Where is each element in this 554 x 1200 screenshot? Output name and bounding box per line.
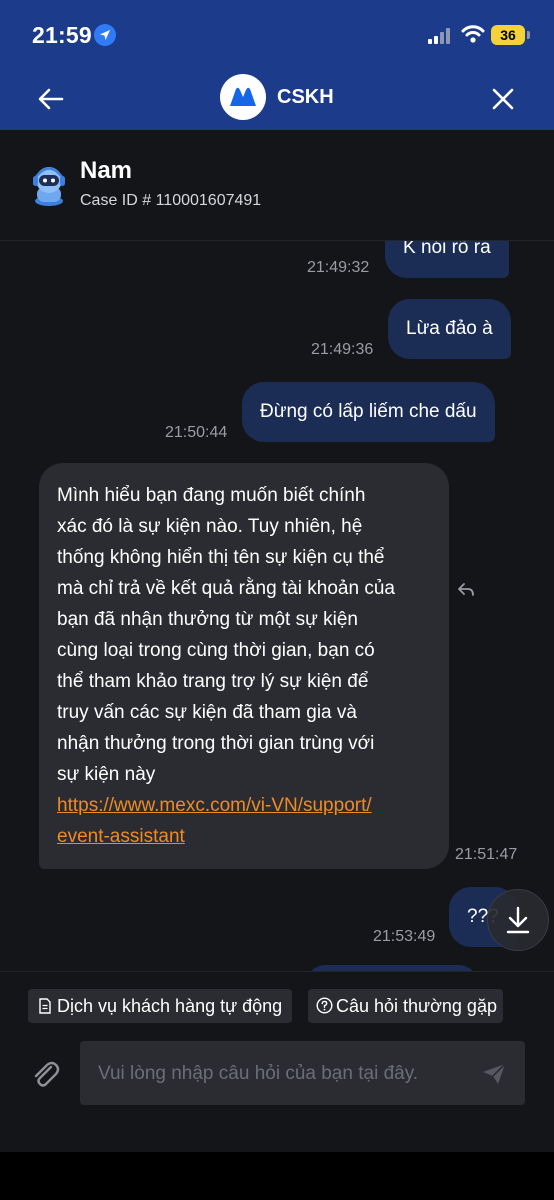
close-icon[interactable] (490, 86, 516, 112)
event-assistant-link[interactable]: event-assistant (57, 826, 185, 847)
back-arrow-icon[interactable] (36, 84, 66, 114)
message-line: thống không hiển thị tên sự kiện cụ thể (57, 547, 385, 568)
faq-label: Câu hỏi thường gặp (336, 996, 497, 1016)
header-title: CSKH (277, 86, 334, 108)
message-bubble-outgoing: K nói rõ ra (385, 241, 509, 278)
message-input-box[interactable] (80, 1041, 525, 1105)
message-input[interactable] (96, 1059, 480, 1089)
message-line: nhận thưởng trong thời gian trùng với (57, 733, 375, 754)
chat-messages[interactable]: K nói rõ ra 21:49:32 Lừa đảo à 21:49:36 … (0, 241, 554, 971)
message-timestamp: 21:49:32 (307, 259, 370, 276)
download-arrow-icon (506, 906, 530, 934)
agent-name: Nam (80, 157, 133, 184)
message-line: mà chỉ trả về kết quả rằng tài khoản của (57, 578, 395, 599)
message-timestamp: 21:49:36 (311, 341, 374, 358)
agent-avatar (33, 167, 65, 206)
cellular-signal-icon (428, 28, 454, 44)
message-line: truy vấn các sự kiện đã tham gia và (57, 702, 357, 723)
message-line: xác đó là sự kiện nào. Tuy nhiên, hệ (57, 516, 363, 537)
message-timestamp: 21:53:49 (373, 928, 436, 945)
event-assistant-link[interactable]: https://www.mexc.com/vi-VN/support/ (57, 795, 372, 816)
help-circle-icon (316, 997, 333, 1014)
message-bubble-incoming: Mình hiểu bạn đang muốn biết chính xác đ… (39, 463, 449, 869)
message-bubble-outgoing: Đừng có lấp liếm che dấu (242, 382, 495, 442)
scroll-to-bottom-button[interactable] (487, 889, 549, 951)
message-bubble-outgoing: Lừa đảo à (388, 299, 511, 359)
message-timestamp: 21:51:47 (455, 846, 518, 863)
auto-service-label: Dịch vụ khách hàng tự động (57, 996, 283, 1016)
document-icon (39, 998, 51, 1014)
message-line: sự kiện này (57, 764, 156, 785)
home-indicator-bar (0, 1152, 554, 1200)
wifi-icon (461, 25, 485, 43)
message-line: thể tham khảo trang trợ lý sự kiện để (57, 671, 369, 692)
auto-service-chip[interactable]: Dịch vụ khách hàng tự động (28, 989, 292, 1023)
send-icon[interactable] (481, 1062, 507, 1086)
app-header (0, 0, 554, 130)
message-text: K nói rõ ra (403, 241, 491, 258)
status-time: 21:59 (32, 22, 92, 48)
battery-tip (527, 31, 530, 39)
location-arrow-icon (94, 24, 116, 46)
attachment-icon[interactable] (30, 1058, 60, 1090)
faq-chip[interactable]: Câu hỏi thường gặp (308, 989, 503, 1023)
message-line: cùng loại trong cùng thời gian, bạn có (57, 640, 375, 661)
message-text: Lừa đảo à (406, 318, 493, 339)
message-text: Đừng có lấp liếm che dấu (260, 401, 477, 422)
message-line: Mình hiểu bạn đang muốn biết chính (57, 485, 366, 506)
battery-indicator: 36 (491, 25, 525, 45)
agent-info-bar (0, 130, 554, 241)
message-line: bạn đã nhận thưởng từ một sự kiện (57, 609, 358, 630)
reply-icon[interactable] (457, 582, 475, 598)
case-id: Case ID # 110001607491 (80, 192, 262, 209)
message-timestamp: 21:50:44 (165, 424, 228, 441)
brand-logo (220, 74, 266, 120)
